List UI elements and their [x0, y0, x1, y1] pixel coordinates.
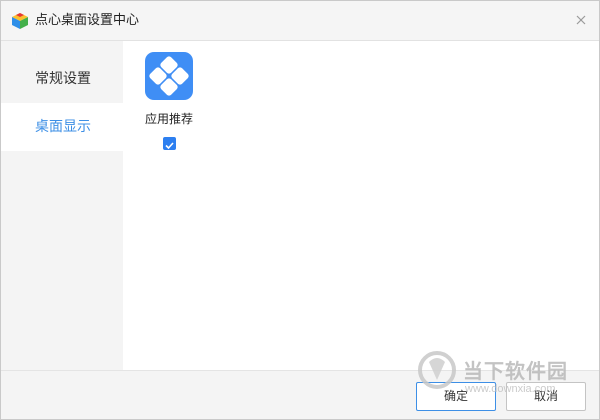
window-title: 点心桌面设置中心: [35, 13, 140, 28]
footer-bar: 确定 取消: [1, 370, 599, 419]
settings-window: 点心桌面设置中心 常规设置 桌面显示 应用推荐 确定 取消 当下软件园 www.…: [0, 0, 600, 420]
app-tile-label: 应用推荐: [144, 112, 193, 126]
app-tile[interactable]: 应用推荐: [143, 52, 203, 150]
sidebar: 常规设置 桌面显示: [1, 41, 123, 370]
sidebar-item-general-settings[interactable]: 常规设置: [1, 55, 123, 103]
ok-button[interactable]: 确定: [416, 382, 496, 411]
content-panel: 应用推荐: [123, 41, 599, 370]
app-tile-checkbox[interactable]: [163, 137, 176, 150]
title-bar: 点心桌面设置中心: [1, 1, 599, 41]
close-icon[interactable]: [571, 10, 591, 30]
colorful-cube-icon: [11, 12, 29, 30]
cancel-button[interactable]: 取消: [506, 382, 586, 411]
app-diamond-icon: [145, 52, 193, 100]
sidebar-item-desktop-display[interactable]: 桌面显示: [1, 103, 123, 151]
